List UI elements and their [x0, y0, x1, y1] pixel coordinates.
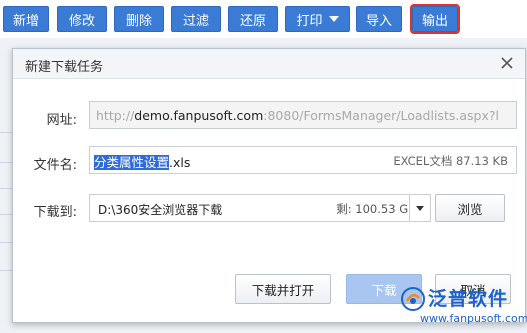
download-and-open-button[interactable]: 下载并打开 — [235, 274, 331, 304]
print-button[interactable]: 打印 — [285, 6, 350, 32]
toolbar: 新增 修改 删除 过滤 还原 打印 导入 输出 — [0, 0, 527, 38]
free-space: 剩: 100.53 GB — [336, 202, 416, 216]
path-dropdown-button[interactable] — [409, 194, 431, 222]
close-icon[interactable] — [499, 55, 515, 71]
grid-line — [0, 132, 12, 133]
watermark-url: www.fanpusoft.com — [420, 312, 527, 325]
filename-field[interactable]: 分类属性设置.xls EXCEL文档 87.13 KB — [89, 146, 517, 174]
download-to-label: 下载到: — [33, 205, 77, 220]
filename-value: 分类属性设置.xls — [94, 155, 191, 170]
url-label: 网址: — [46, 113, 77, 128]
grid-line — [0, 162, 12, 163]
import-button[interactable]: 导入 — [356, 6, 402, 32]
edit-button[interactable]: 修改 — [57, 6, 107, 32]
file-type-size: EXCEL文档 87.13 KB — [393, 154, 508, 168]
dialog-title: 新建下载任务 — [25, 60, 104, 75]
dialog-header: 新建下载任务 — [13, 49, 525, 79]
download-path-field[interactable]: D:\360安全浏览器下载 剩: 100.53 GB — [89, 194, 425, 222]
browse-button[interactable]: 浏览 — [435, 194, 505, 222]
chevron-down-icon — [416, 206, 424, 211]
add-button[interactable]: 新增 — [3, 6, 49, 32]
export-button[interactable]: 输出 — [410, 4, 460, 34]
chevron-down-icon — [328, 16, 339, 22]
download-path: D:\360安全浏览器下载 — [98, 203, 223, 217]
filter-button[interactable]: 过滤 — [171, 6, 221, 32]
restore-button[interactable]: 还原 — [228, 6, 278, 32]
url-field[interactable]: http://demo.fanpusoft.com:8080/FormsMana… — [89, 101, 517, 129]
url-value: http://demo.fanpusoft.com:8080/FormsMana… — [96, 108, 500, 123]
grid-line — [0, 188, 12, 189]
print-label: 打印 — [296, 13, 323, 29]
brand-logo-icon — [401, 287, 425, 311]
filename-label: 文件名: — [33, 158, 77, 173]
watermark-brand: 泛普软件 — [428, 288, 509, 310]
download-dialog: 新建下载任务 网址: http://demo.fanpusoft.com:808… — [12, 48, 526, 323]
grid-line — [0, 270, 12, 271]
grid-line — [0, 242, 12, 243]
grid-line — [0, 214, 12, 215]
watermark: 泛普软件 www.fanpusoft.com — [400, 284, 527, 330]
delete-button[interactable]: 删除 — [114, 6, 164, 32]
